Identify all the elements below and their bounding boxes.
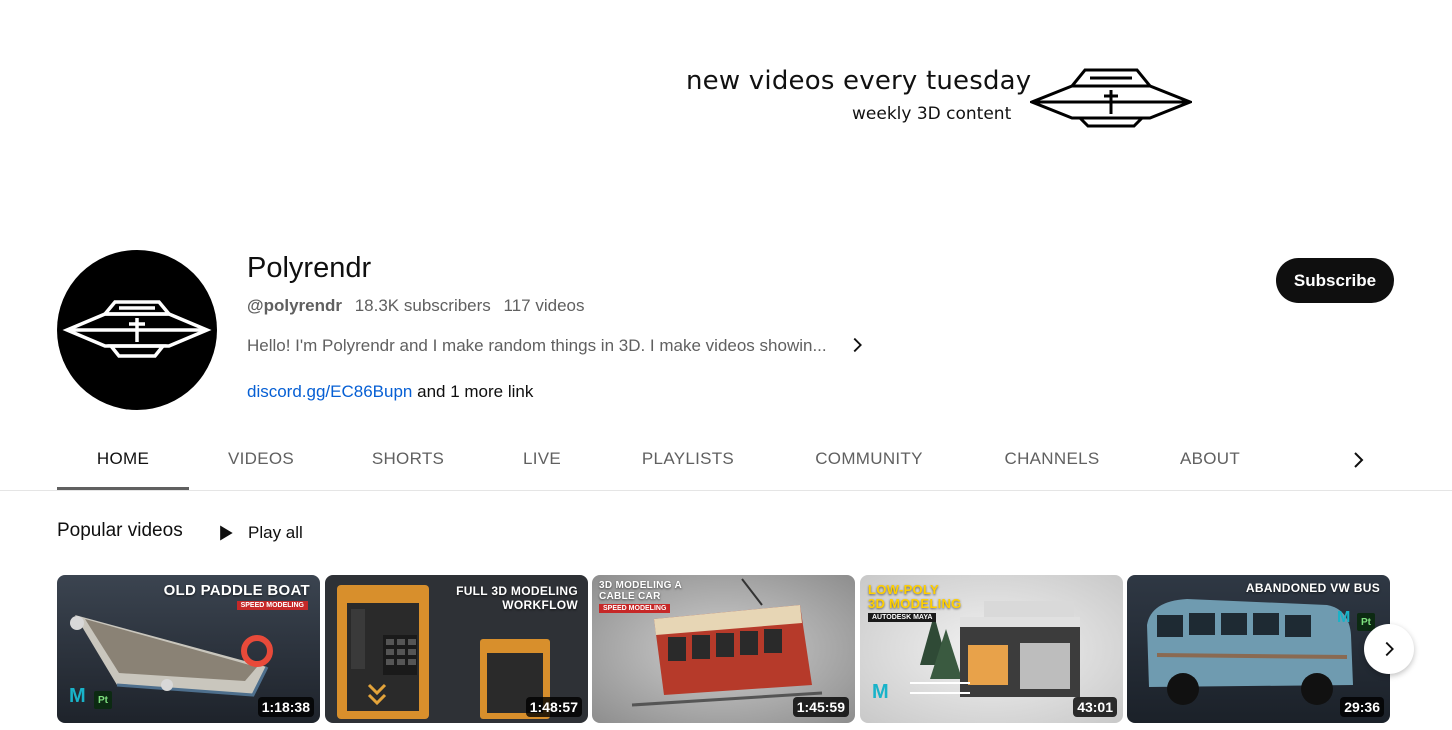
tab-playlists[interactable]: PLAYLISTS [622,430,754,488]
play-icon [220,525,233,541]
chevron-right-icon[interactable] [1346,448,1370,472]
tab-community[interactable]: COMMUNITY [792,430,946,488]
chevron-right-icon[interactable] [846,334,868,356]
ufo-logo-icon [1030,68,1192,128]
video-tag: SPEED MODELING [599,604,671,613]
video-title-text: OLD PADDLE BOAT [163,582,310,599]
channel-banner: new videos every tuesday weekly 3D conte… [0,0,1452,230]
painter-logo-icon: Pt [94,691,112,709]
channel-tabs: HOME VIDEOS SHORTS LIVE PLAYLISTS COMMUN… [0,430,1452,491]
video-title-line: WORKFLOW [502,598,578,612]
play-all-label: Play all [248,523,303,542]
carousel-next-button[interactable] [1364,624,1414,674]
tab-about[interactable]: ABOUT [1160,430,1260,488]
banner-headline: new videos every tuesday [686,66,1032,96]
video-tag: SPEED MODELING [236,601,308,610]
video-title-text: 3D MODELING A CABLE CAR [599,580,682,602]
channel-links: discord.gg/EC86Bupn and 1 more link [247,382,533,402]
video-title-text: LOW-POLY 3D MODELING [868,583,962,611]
video-thumbnail[interactable]: OLD PADDLE BOAT SPEED MODELING M Pt 1:18… [57,575,320,723]
video-thumbnail[interactable]: LOW-POLY 3D MODELING AUTODESK MAYA M 43:0… [860,575,1123,723]
video-duration: 1:48:57 [525,697,582,717]
video-duration: 1:45:59 [792,697,849,717]
video-title-line: 3D MODELING [868,596,962,611]
channel-meta: @polyrendr 18.3K subscribers 117 videos [247,296,593,316]
banner-subline: weekly 3D content [852,104,1012,124]
tab-shorts[interactable]: SHORTS [348,430,468,488]
chevron-right-icon [1385,641,1394,657]
video-duration: 1:18:38 [257,697,314,717]
video-count: 117 videos [503,296,585,315]
ufo-avatar-icon [62,300,212,358]
tab-home[interactable]: HOME [57,430,189,490]
tab-videos[interactable]: VIDEOS [201,430,321,488]
painter-logo-icon: Pt [1357,613,1375,631]
video-title-line: LOW-POLY [868,582,939,597]
channel-name: Polyrendr [247,252,372,284]
more-links-button[interactable]: and 1 more link [417,382,533,401]
maya-logo-icon: M [872,681,889,703]
maya-logo-icon: M [1337,609,1351,626]
maya-logo-icon: M [69,685,86,707]
video-title-line: CABLE CAR [599,591,661,602]
discord-link[interactable]: discord.gg/EC86Bupn [247,382,412,401]
subscriber-count: 18.3K subscribers [354,296,491,315]
video-thumbnail[interactable]: ABANDONED VW BUS M Pt 29:36 [1127,575,1390,723]
channel-handle: @polyrendr [247,296,342,315]
channel-avatar[interactable] [57,250,217,410]
tab-channels[interactable]: CHANNELS [982,430,1122,488]
subscribe-button[interactable]: Subscribe [1276,258,1394,303]
play-all-button[interactable]: Play all [216,520,303,546]
tab-live[interactable]: LIVE [492,430,592,488]
video-title-line: FULL 3D MODELING [456,584,578,598]
video-tag: AUTODESK MAYA [868,613,937,622]
video-thumbnail[interactable]: FULL 3D MODELING WORKFLOW 1:48:57 [325,575,588,723]
section-title: Popular videos [57,520,183,541]
channel-description[interactable]: Hello! I'm Polyrendr and I make random t… [247,336,827,356]
video-title-text: ABANDONED VW BUS [1245,581,1380,595]
video-thumbnail[interactable]: 3D MODELING A CABLE CAR SPEED MODELING 1:… [592,575,855,723]
video-duration: 29:36 [1340,697,1384,717]
video-title-text: FULL 3D MODELING WORKFLOW [456,584,578,612]
video-duration: 43:01 [1073,697,1117,717]
video-title-line: 3D MODELING A [599,580,682,591]
